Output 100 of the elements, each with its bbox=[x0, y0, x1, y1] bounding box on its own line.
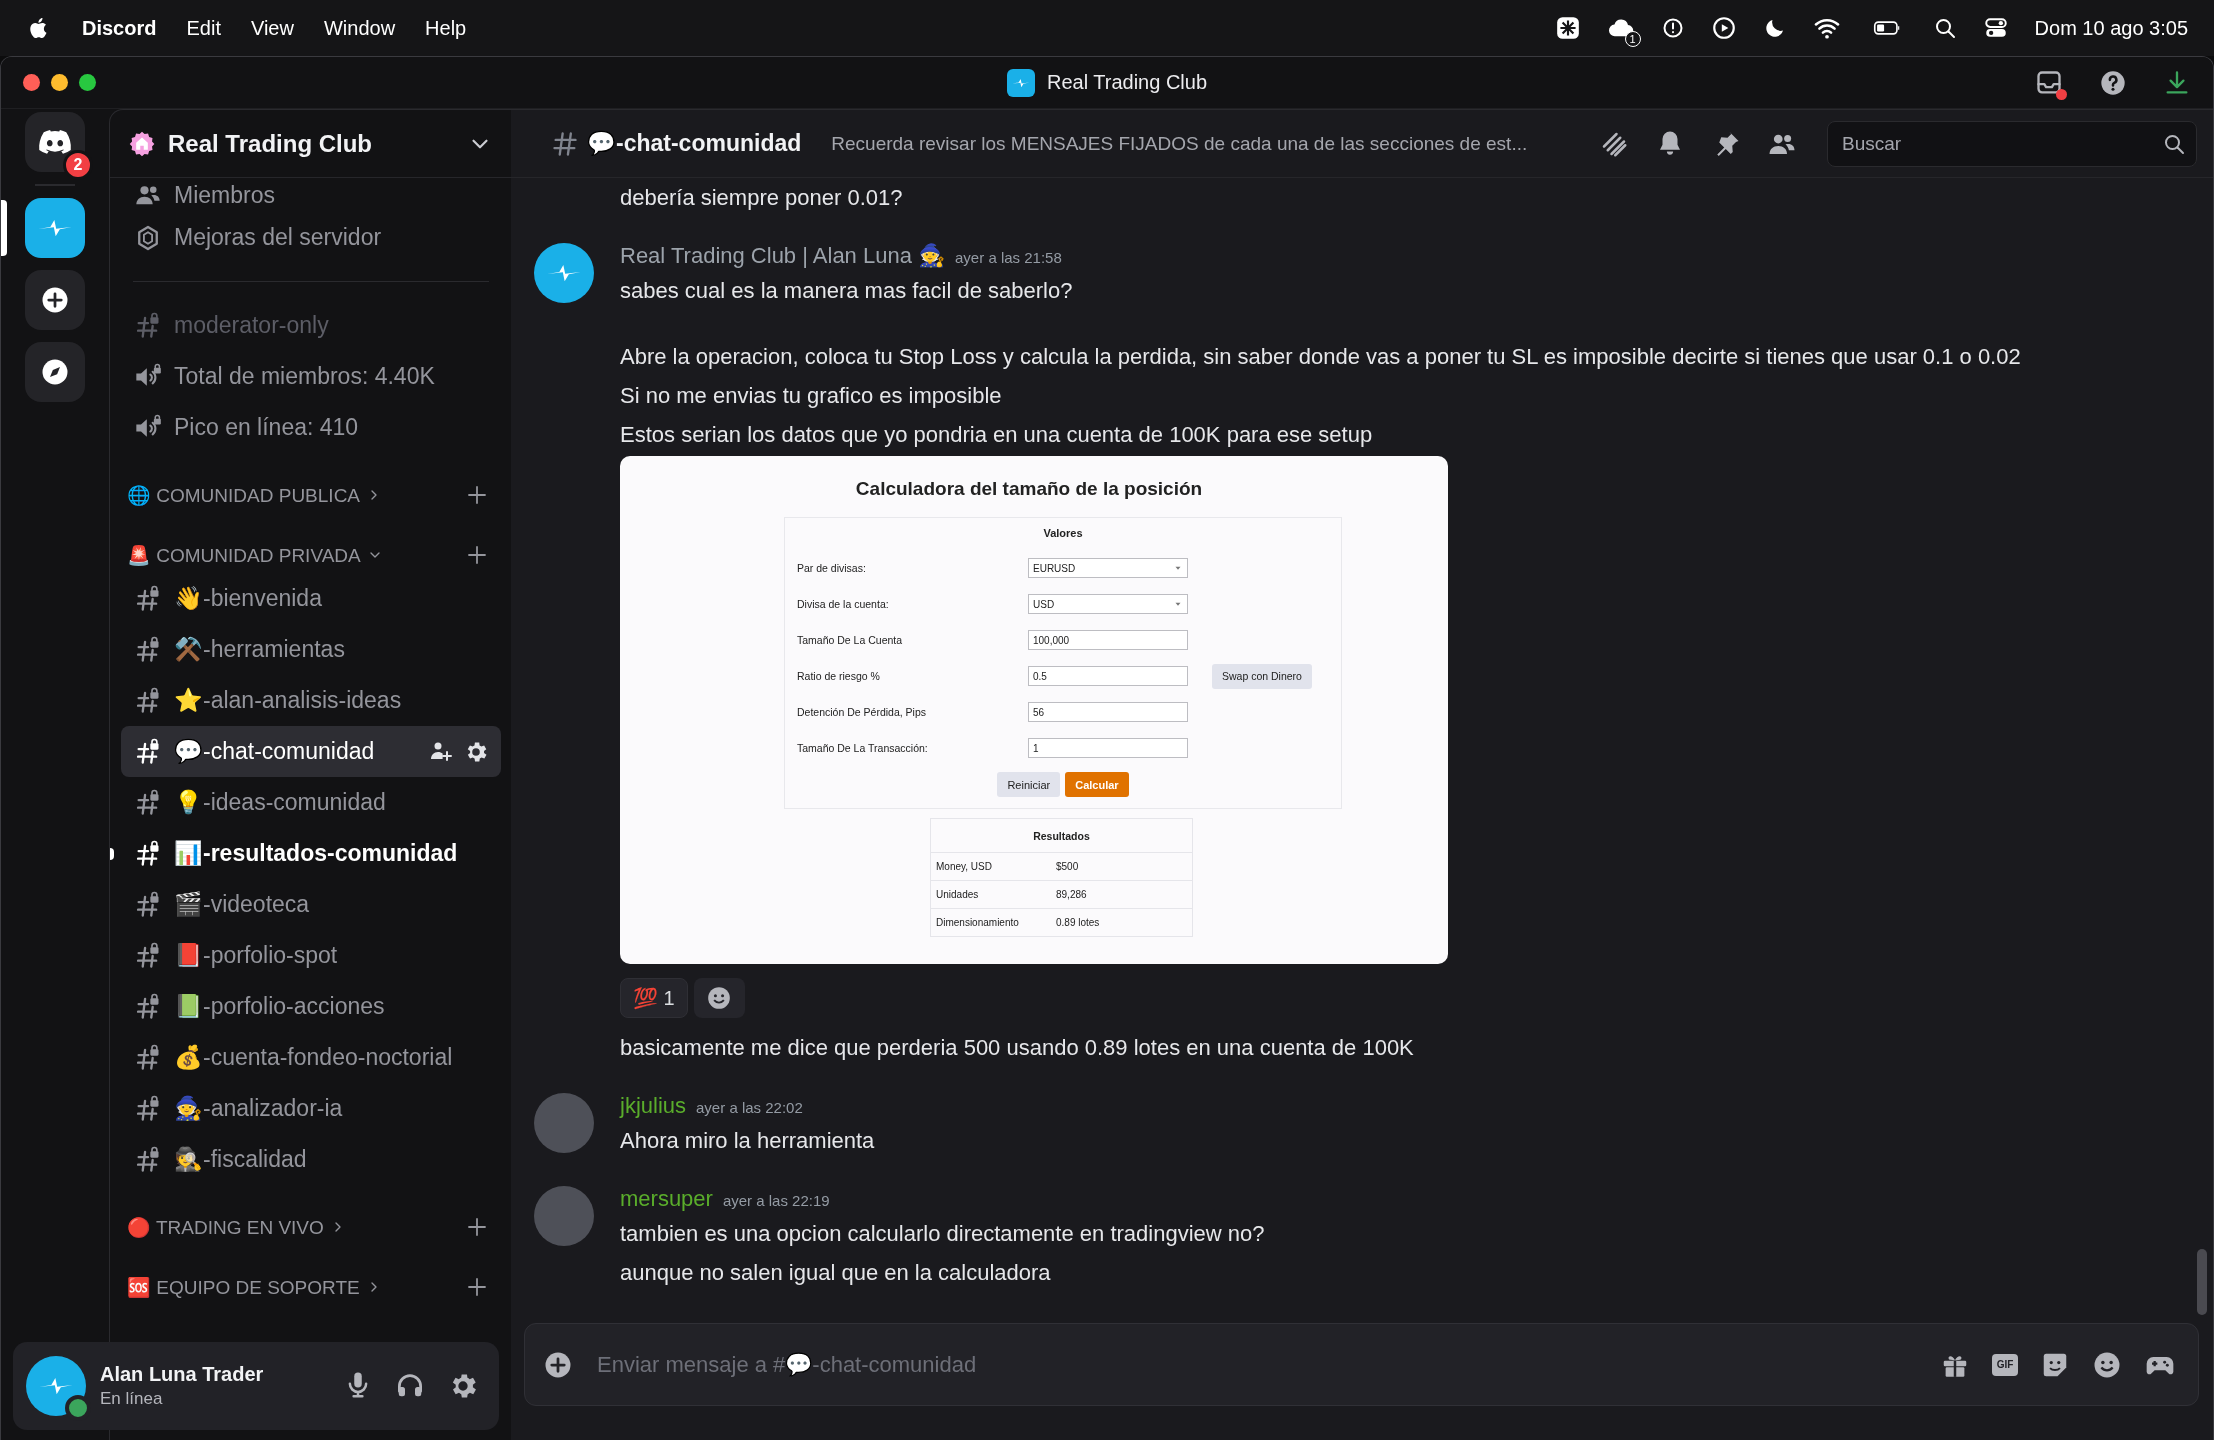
channel-item[interactable]: 💰-cuenta-fondeo-noctorial bbox=[121, 1032, 501, 1083]
gif-button[interactable]: GIF bbox=[1992, 1353, 2018, 1376]
channel-item[interactable]: Total de miembros: 4.40K bbox=[121, 351, 501, 402]
input-field[interactable]: 1 bbox=[1028, 738, 1188, 758]
hash-lock-icon bbox=[134, 686, 162, 715]
category-header[interactable]: 🔴 TRADING EN VIVO bbox=[127, 1215, 465, 1239]
search-input[interactable]: Buscar bbox=[1840, 131, 2162, 156]
message-text: debería siempre poner 0.01? bbox=[620, 184, 903, 212]
hash-lock-icon bbox=[134, 311, 162, 340]
channel-item[interactable]: 💡-ideas-comunidad bbox=[121, 777, 501, 828]
menu-item[interactable]: View bbox=[250, 16, 294, 40]
table-cell: 89,286 bbox=[1056, 889, 1087, 900]
message-composer[interactable]: Enviar mensaje a #💬-chat-comunidad GIF bbox=[524, 1323, 2199, 1406]
minimize-button[interactable] bbox=[51, 74, 68, 91]
add-reaction-button[interactable] bbox=[693, 978, 745, 1018]
select-field[interactable]: USD bbox=[1028, 594, 1188, 614]
message-text: Ahora miro la herramienta bbox=[620, 1127, 875, 1155]
app-menu[interactable]: Discord bbox=[82, 16, 157, 40]
discover-button[interactable] bbox=[25, 342, 85, 402]
message-text: basicamente me dice que perderia 500 usando 0.89 lotes en una cuenta de 100K bbox=[620, 1034, 1414, 1062]
channel-item[interactable]: 👋-bienvenida bbox=[121, 573, 501, 624]
menu-item[interactable]: Window bbox=[323, 16, 396, 40]
channel-item[interactable]: 🧙-analizador-ia bbox=[121, 1083, 501, 1134]
zoom-button[interactable] bbox=[79, 74, 96, 91]
timestamp: ayer a las 22:19 bbox=[722, 1192, 830, 1209]
input-field[interactable]: 100,000 bbox=[1028, 630, 1188, 650]
avatar[interactable] bbox=[534, 243, 594, 303]
category-header[interactable]: 🚨 COMUNIDAD PRIVADA bbox=[127, 543, 465, 567]
help-icon[interactable] bbox=[2099, 68, 2127, 97]
hash-lock-icon bbox=[134, 737, 162, 766]
hash-lock-icon bbox=[134, 941, 162, 970]
hash-lock-icon bbox=[134, 890, 162, 919]
server-boosts-link[interactable]: Mejoras del servidor bbox=[121, 212, 501, 263]
table-cell-text: Dimensionamiento bbox=[936, 917, 1020, 928]
channel-item[interactable]: ⚒-herramientas bbox=[121, 624, 501, 675]
channel-item[interactable]: 📕-porfolio-spot bbox=[121, 930, 501, 981]
menu-item[interactable]: Edit bbox=[186, 16, 221, 40]
reset-button[interactable]: Reiniciar bbox=[997, 772, 1061, 797]
clock[interactable]: Dom 10 ago 3:05 bbox=[2034, 16, 2188, 40]
author-name[interactable]: Real Trading Club | Alan Luna 🧙 bbox=[620, 243, 946, 269]
hash-icon bbox=[551, 129, 579, 158]
channel-item[interactable]: 🕵-fiscalidad bbox=[121, 1134, 501, 1185]
add-channel-icon[interactable] bbox=[465, 1275, 489, 1299]
channel-item[interactable]: ⭐-alan-analisis-ideas bbox=[121, 675, 501, 726]
smile-icon bbox=[706, 985, 733, 1011]
add-server-button[interactable] bbox=[25, 270, 85, 330]
home-button[interactable] bbox=[25, 112, 85, 172]
user-name[interactable]: Alan Luna Trader bbox=[100, 1363, 329, 1386]
search-field[interactable]: Buscar bbox=[1827, 120, 2197, 167]
notification-badge: 1 bbox=[1624, 31, 1641, 47]
swap-button[interactable]: Swap con Dinero bbox=[1212, 663, 1312, 689]
close-button[interactable] bbox=[23, 74, 40, 91]
menu-item[interactable]: Help bbox=[425, 16, 467, 40]
category-header[interactable]: 🌐 COMUNIDAD PUBLICA bbox=[127, 483, 465, 507]
input-field[interactable]: 0.5 bbox=[1028, 666, 1188, 686]
author-name[interactable]: mersuper bbox=[620, 1186, 713, 1212]
plus-icon bbox=[40, 285, 70, 315]
server-button[interactable] bbox=[25, 198, 85, 258]
message-text: Estos serian los datos que yo pondria en una cuenta de 100K para ese setup bbox=[620, 421, 1373, 449]
scrollbar-thumb[interactable] bbox=[2197, 1249, 2207, 1315]
field-label: Tamaño De La Transacción: bbox=[797, 742, 929, 754]
results-title: Resultados bbox=[1032, 828, 1091, 844]
channel-item[interactable]: 📗-porfolio-acciones bbox=[121, 981, 501, 1032]
channel-item[interactable]: Pico en línea: 410 bbox=[121, 402, 501, 453]
channel-item[interactable]: 📊-resultados-comunidad bbox=[121, 828, 501, 879]
timestamp: ayer a las 21:58 bbox=[955, 249, 1062, 266]
field-label: Divisa de la cuenta: bbox=[797, 598, 890, 610]
server-name[interactable]: Real Trading Club bbox=[168, 129, 455, 158]
hash-lock-icon bbox=[134, 584, 162, 613]
add-channel-icon[interactable] bbox=[465, 1215, 489, 1239]
add-channel-icon[interactable] bbox=[465, 543, 489, 567]
select-field[interactable]: EURUSD bbox=[1028, 558, 1188, 578]
add-channel-icon[interactable] bbox=[465, 483, 489, 507]
reaction-button[interactable]: 💯 1 bbox=[620, 978, 688, 1018]
author-name[interactable]: jkjulius bbox=[620, 1093, 687, 1119]
channel-topic[interactable]: Recuerda revisar los MENSAJES FIJADOS de cada una de las secciones de est... bbox=[831, 132, 1579, 155]
table-cell: $500 bbox=[1056, 861, 1079, 872]
section-title: Valores bbox=[1042, 526, 1084, 541]
table-cell: 0.89 lotes bbox=[1056, 917, 1100, 928]
notification-badge: 2 bbox=[63, 150, 93, 180]
hash-lock-icon bbox=[134, 788, 162, 817]
input-field[interactable]: 56 bbox=[1028, 702, 1188, 722]
timestamp: ayer a las 22:02 bbox=[696, 1099, 803, 1116]
inbox-icon[interactable] bbox=[2035, 68, 2063, 97]
field-label: Par de divisas: bbox=[797, 562, 867, 574]
play-icon[interactable] bbox=[1710, 15, 1737, 41]
app-status-icon[interactable] bbox=[1554, 15, 1581, 41]
message-input[interactable]: Enviar mensaje a #💬-chat-comunidad bbox=[595, 1343, 1918, 1386]
message-text: Abre la operacion, coloca tu Stop Loss y calcula la perdida, sin saber donde vas a poner tu SL es imposible decirte si tienes que usar 0.1 o 0.02 bbox=[620, 343, 2021, 371]
category-header[interactable]: 🆘 EQUIPO DE SOPORTE bbox=[127, 1275, 465, 1299]
message-text: tambien es una opcion calcularlo directamente en tradingview no? bbox=[620, 1220, 1265, 1248]
message-text: sabes cual es la manera mas facil de saberlo? bbox=[620, 277, 1073, 305]
channel-item[interactable]: 🎬-videoteca bbox=[121, 879, 501, 930]
channel-item[interactable]: 💬-chat-comunidad bbox=[121, 726, 501, 777]
hash-lock-icon bbox=[134, 635, 162, 664]
message-text: aunque no salen igual que en la calculadora bbox=[620, 1259, 1051, 1287]
field-label: Ratio de riesgo % bbox=[797, 670, 881, 682]
table-cell-text: Unidades bbox=[936, 889, 980, 900]
channel-title: 💬-chat-comunidad bbox=[587, 130, 802, 157]
members-link[interactable]: Miembros bbox=[121, 178, 501, 212]
